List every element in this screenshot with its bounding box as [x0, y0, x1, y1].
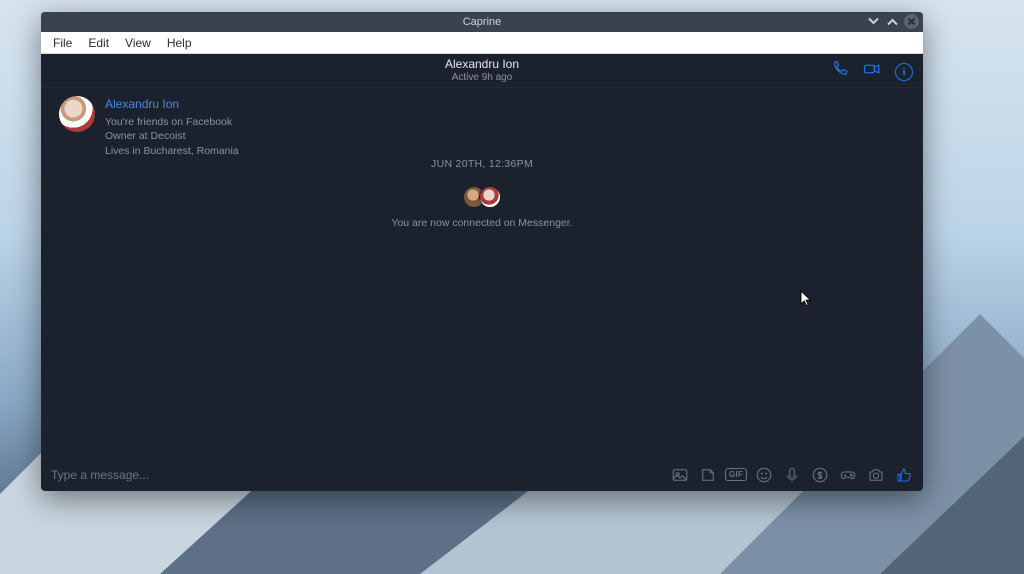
- dollar-icon: [811, 466, 829, 484]
- avatar-pair: [463, 186, 501, 208]
- window-titlebar[interactable]: Caprine: [41, 12, 923, 32]
- minimize-button[interactable]: [866, 14, 881, 29]
- window-title: Caprine: [463, 16, 502, 28]
- connected-text: You are now connected on Messenger.: [41, 217, 923, 229]
- contact-location-line: Lives in Bucharest, Romania: [105, 144, 239, 159]
- menu-view[interactable]: View: [119, 34, 157, 52]
- camera-icon: [867, 466, 885, 484]
- maximize-button[interactable]: [885, 14, 900, 29]
- games-button[interactable]: [839, 466, 857, 484]
- message-input[interactable]: [51, 468, 661, 482]
- app-window: Caprine File Edit View Help Alexandru: [41, 12, 923, 491]
- menu-file[interactable]: File: [47, 34, 78, 52]
- payment-button[interactable]: [811, 466, 829, 484]
- avatar-small: [479, 186, 501, 208]
- thumbs-up-icon: [895, 466, 913, 484]
- conversation-status: Active 9h ago: [445, 72, 519, 84]
- contact-intro-text: Alexandru Ion You're friends on Facebook…: [105, 96, 239, 159]
- emoji-icon: [755, 466, 773, 484]
- message-composer: GIF: [41, 457, 923, 491]
- gamepad-icon: [839, 466, 857, 484]
- microphone-icon: [783, 466, 801, 484]
- voice-call-button[interactable]: [831, 60, 849, 83]
- desktop-background: Caprine File Edit View Help Alexandru: [0, 0, 1024, 574]
- composer-actions: GIF: [671, 466, 913, 484]
- like-button[interactable]: [895, 466, 913, 484]
- phone-icon: [831, 60, 849, 78]
- contact-friends-line: You're friends on Facebook: [105, 115, 239, 130]
- menu-help[interactable]: Help: [161, 34, 198, 52]
- conversation-header: Alexandru Ion Active 9h ago i: [41, 54, 923, 88]
- menu-bar: File Edit View Help: [41, 32, 923, 54]
- voice-clip-button[interactable]: [783, 466, 801, 484]
- gif-button[interactable]: GIF: [727, 466, 745, 484]
- contact-name-link[interactable]: Alexandru Ion: [105, 96, 239, 113]
- contact-avatar[interactable]: [59, 96, 95, 132]
- contact-job-line: Owner at Decoist: [105, 129, 239, 144]
- camera-button[interactable]: [867, 466, 885, 484]
- window-controls: [866, 14, 919, 29]
- sticker-icon: [699, 466, 717, 484]
- timeline-timestamp: JUN 20TH, 12:36PM: [41, 158, 923, 170]
- gif-icon: GIF: [725, 468, 746, 481]
- sticker-button[interactable]: [699, 466, 717, 484]
- conversation-name: Alexandru Ion: [445, 58, 519, 72]
- video-icon: [863, 60, 881, 78]
- video-call-button[interactable]: [863, 60, 881, 83]
- menu-edit[interactable]: Edit: [82, 34, 115, 52]
- photo-icon: [671, 466, 689, 484]
- header-actions: i: [831, 60, 913, 83]
- emoji-button[interactable]: [755, 466, 773, 484]
- close-button[interactable]: [904, 14, 919, 29]
- connected-system-message: You are now connected on Messenger.: [41, 186, 923, 229]
- chat-body: Alexandru Ion You're friends on Facebook…: [41, 88, 923, 457]
- conversation-info-button[interactable]: i: [895, 63, 913, 81]
- contact-intro: Alexandru Ion You're friends on Facebook…: [59, 96, 239, 159]
- info-icon: i: [902, 66, 905, 78]
- photo-button[interactable]: [671, 466, 689, 484]
